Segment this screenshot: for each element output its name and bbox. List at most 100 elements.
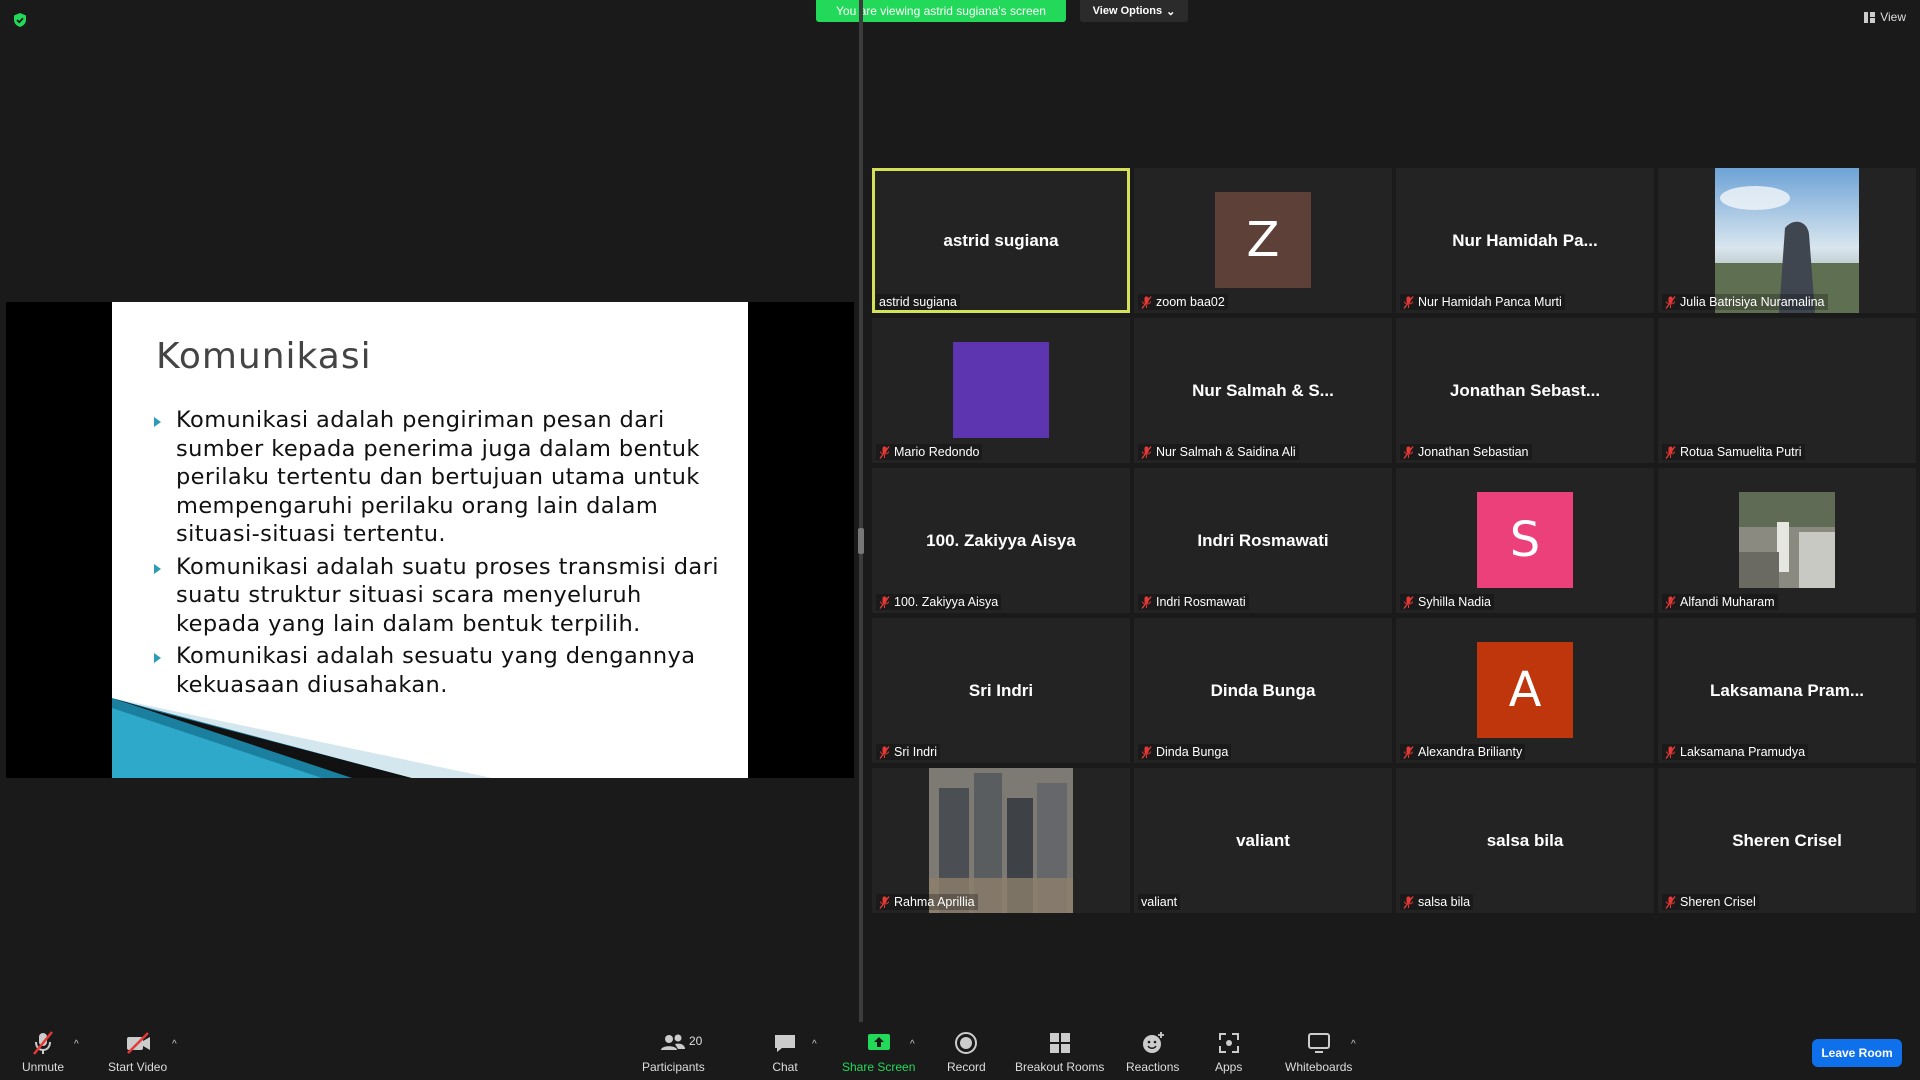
slide-bullet: Komunikasi adalah suatu proses transmisi… [152,553,722,639]
whiteboards-label: Whiteboards [1285,1060,1353,1074]
participant-tile[interactable]: Nur Salmah & S... Nur Salmah & Saidina Al… [1134,318,1392,463]
reactions-button[interactable]: Reactions [1126,1030,1179,1074]
microphone-muted-icon [1403,745,1414,759]
participant-name-label: Julia Batrisiya Nuramalina [1662,294,1828,310]
apps-icon [1218,1033,1239,1053]
participant-name-label: Laksamana Pramudya [1662,744,1809,760]
participant-tile[interactable]: Indri Rosmawati Indri Rosmawati [1134,468,1392,613]
participants-icon [661,1034,686,1050]
audio-options-caret-icon[interactable]: ^ [74,1039,79,1050]
participant-name-label: 100. Zakiyya Aisya [876,594,1002,610]
apps-button[interactable]: Apps [1215,1030,1242,1074]
whiteboards-caret-icon[interactable]: ^ [1351,1039,1356,1050]
viewing-screen-banner: You are viewing astrid sugiana's screen [816,0,1066,22]
microphone-muted-icon [1403,895,1414,909]
participant-tile[interactable]: Julia Batrisiya Nuramalina [1658,168,1916,313]
participant-tile[interactable]: astrid sugiana astrid sugiana [872,168,1130,313]
participant-tile[interactable]: Alfandi Muharam [1658,468,1916,613]
participant-name-label: Nur Hamidah Panca Murti [1400,294,1565,310]
participant-name-label: Nur Salmah & Saidina Ali [1138,444,1299,460]
participant-tile[interactable]: A Alexandra Brilianty [1396,618,1654,763]
participant-name-label: Sri Indri [876,744,941,760]
participant-name-label: Indri Rosmawati [1138,594,1249,610]
participant-name-label: Syhilla Nadia [1400,594,1494,610]
microphone-muted-icon [33,1031,53,1055]
participant-tile[interactable]: Rotua Samuelita Putri [1658,318,1916,463]
participant-photo [1715,168,1859,313]
participant-name: Alexandra Brilianty [1418,745,1523,759]
leave-room-button[interactable]: Leave Room [1812,1039,1902,1067]
participant-display-name: Nur Salmah & S... [1192,380,1334,400]
participant-photo [1739,492,1835,588]
participant-tile[interactable]: Jonathan Sebast... Jonathan Sebastian [1396,318,1654,463]
whiteboards-button[interactable]: Whiteboards [1285,1030,1352,1074]
participant-name-label: Sheren Crisel [1662,894,1759,910]
grid-view-icon [1864,11,1876,23]
meeting-toolbar: Unmute ^ Start Video ^ Participants 20 C… [0,1022,1920,1080]
shared-screen: Komunikasi Komunikasi adalah pengiriman … [6,302,854,778]
participant-name-label: salsa bila [1400,894,1474,910]
participant-tile[interactable]: salsa bila salsa bila [1396,768,1654,913]
reactions-label: Reactions [1126,1060,1180,1074]
participant-tile[interactable]: Rahma Aprillia [872,768,1130,913]
participant-display-name: Laksamana Pram... [1709,680,1865,700]
record-button[interactable]: Record [947,1030,986,1074]
participant-name: Julia Batrisiya Nuramalina [1680,295,1825,309]
participant-display-name: valiant [1236,830,1290,850]
participant-tile[interactable]: 100. Zakiyya Aisya 100. Zakiyya Aisya [872,468,1130,613]
breakout-rooms-button[interactable]: Breakout Rooms [1015,1030,1104,1074]
microphone-muted-icon [1665,445,1676,459]
presentation-slide: Komunikasi Komunikasi adalah pengiriman … [112,302,748,778]
participant-name: Jonathan Sebastian [1418,445,1529,459]
record-icon [955,1032,978,1054]
participant-tile[interactable]: S Syhilla Nadia [1396,468,1654,613]
slide-title: Komunikasi [156,336,372,377]
share-screen-button[interactable]: Share Screen [842,1030,915,1074]
participant-tile[interactable]: Sheren Crisel Sheren Crisel [1658,768,1916,913]
participant-avatar: A [1477,642,1573,738]
breakout-rooms-label: Breakout Rooms [1015,1060,1105,1074]
participant-tile[interactable]: Sri Indri Sri Indri [872,618,1130,763]
microphone-muted-icon [1141,745,1152,759]
participant-tile[interactable]: Laksamana Pram... Laksamana Pramudya [1658,618,1916,763]
share-options-caret-icon[interactable]: ^ [910,1039,915,1050]
microphone-muted-icon [1403,295,1414,309]
security-shield-icon[interactable] [12,12,28,28]
participant-avatar: Z [1215,192,1311,288]
whiteboard-icon [1307,1033,1330,1053]
participant-display-name: Jonathan Sebast... [1449,380,1601,400]
chevron-down-icon: ⌄ [1166,5,1176,18]
chat-options-caret-icon[interactable]: ^ [812,1039,817,1050]
participant-tile[interactable]: Zzoom baa02 [1134,168,1392,313]
view-button[interactable]: View [1864,10,1906,24]
participant-name-label: Dinda Bunga [1138,744,1232,760]
unmute-button[interactable]: Unmute [22,1030,64,1074]
participant-name: Syhilla Nadia [1418,595,1491,609]
microphone-muted-icon [1665,595,1676,609]
participant-name: Rotua Samuelita Putri [1680,445,1802,459]
chat-button[interactable]: Chat [772,1030,798,1074]
participant-name-label: zoom baa02 [1138,294,1228,310]
participant-name-label: Alfandi Muharam [1662,594,1778,610]
participant-name: astrid sugiana [879,295,957,309]
participant-name: Mario Redondo [894,445,980,459]
participant-name-label: Rotua Samuelita Putri [1662,444,1805,460]
divider-handle[interactable] [858,528,864,554]
participant-tile[interactable]: Mario Redondo [872,318,1130,463]
microphone-muted-icon [1665,295,1676,309]
participant-tile[interactable]: valiant valiant [1134,768,1392,913]
participant-display-name: Dinda Bunga [1210,680,1316,700]
participant-tile[interactable]: Nur Hamidah Pa... Nur Hamidah Panca Murti [1396,168,1654,313]
view-options-button[interactable]: View Options ⌄ [1080,0,1188,22]
participant-name: Rahma Aprillia [894,895,975,909]
view-label: View [1880,10,1906,24]
split-divider[interactable] [859,0,863,1030]
participant-name: zoom baa02 [1156,295,1225,309]
view-options-label: View Options [1092,5,1163,17]
participant-display-name: Sheren Crisel [1732,830,1842,850]
start-video-button[interactable]: Start Video [108,1030,167,1074]
participant-tile[interactable]: Dinda Bunga Dinda Bunga [1134,618,1392,763]
video-options-caret-icon[interactable]: ^ [172,1039,177,1050]
microphone-muted-icon [879,595,890,609]
participant-name: valiant [1141,895,1178,909]
